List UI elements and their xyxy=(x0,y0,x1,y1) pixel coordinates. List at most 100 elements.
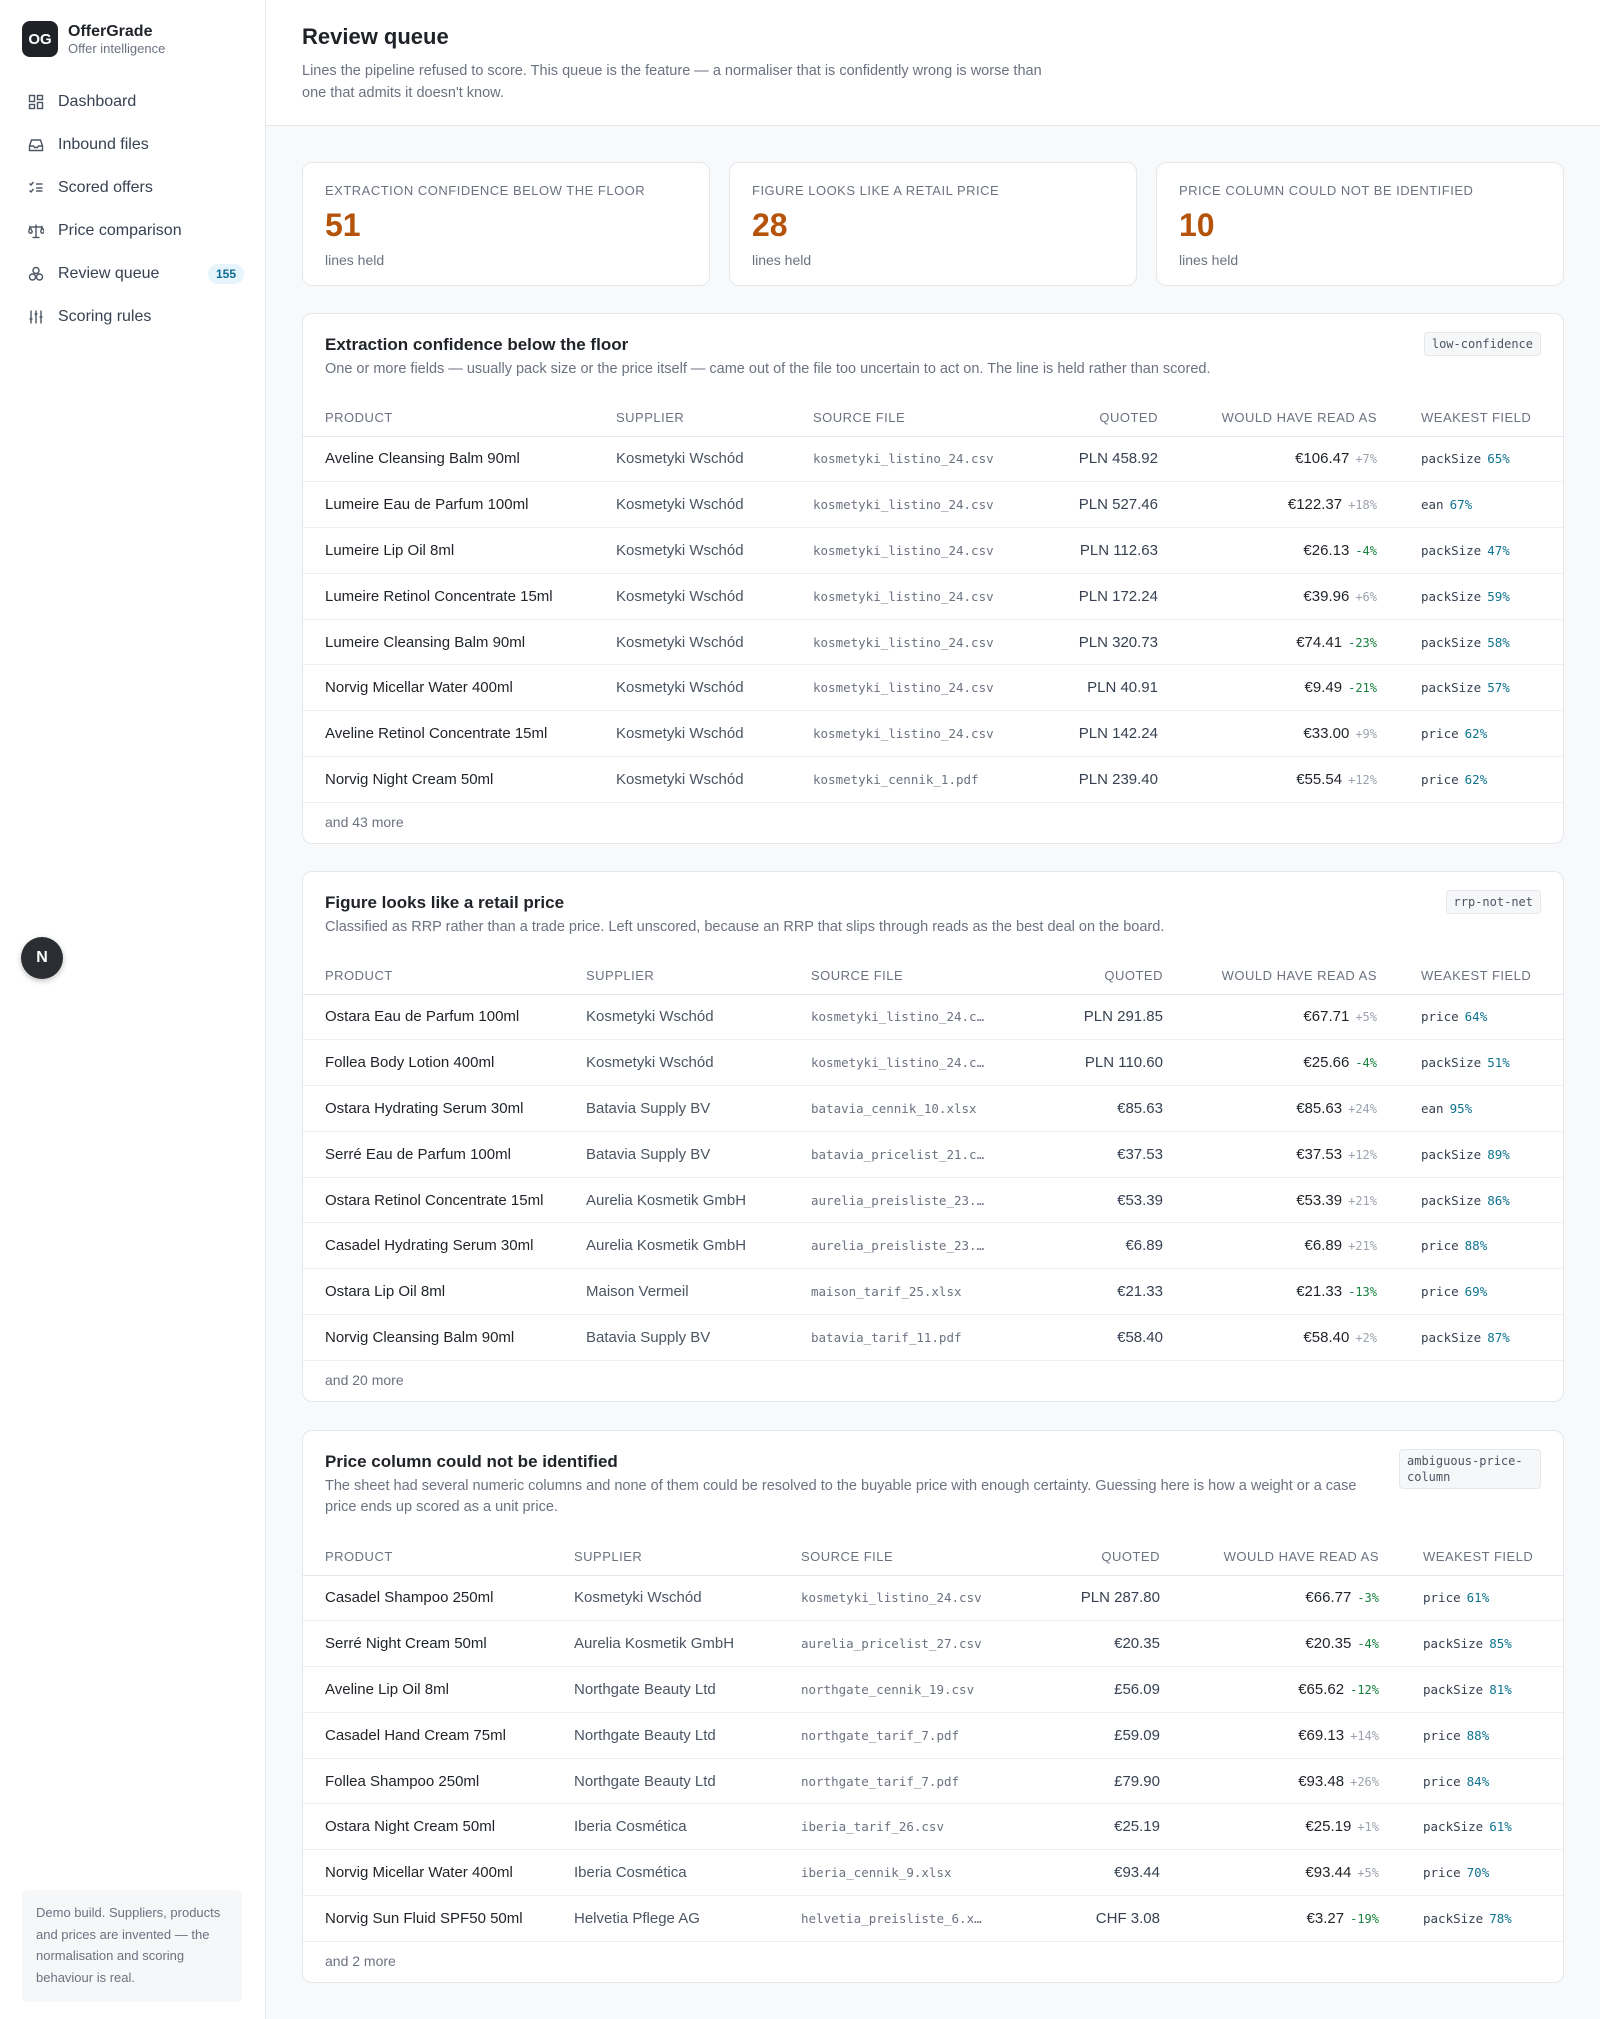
col-header[interactable]: Quoted xyxy=(1051,958,1163,995)
source-file[interactable]: aurelia_preisliste_23.… xyxy=(811,1222,1051,1270)
source-file[interactable]: northgate_cennik_19.csv xyxy=(801,1666,1041,1713)
weakest-field-name: packSize xyxy=(1421,634,1482,650)
col-header[interactable]: Would have read as xyxy=(1163,958,1377,995)
col-header[interactable]: Product xyxy=(303,400,616,437)
stat-card[interactable]: Figure looks like a retail price 28 line… xyxy=(729,162,1137,286)
col-header[interactable]: Product xyxy=(303,958,586,995)
table-row[interactable]: Ostara Retinol Concentrate 15ml Aurelia K… xyxy=(303,1177,1563,1224)
table-row[interactable]: Lumeire Lip Oil 8ml Kosmetyki Wschód kosme… xyxy=(303,527,1563,574)
sidebar-item-scored-offers[interactable]: Scored offers xyxy=(20,166,244,209)
source-file[interactable]: batavia_tarif_11.pdf xyxy=(811,1314,1051,1361)
source-file[interactable]: iberia_tarif_26.csv xyxy=(801,1803,1041,1851)
source-file[interactable]: kosmetyki_cennik_1.pdf xyxy=(813,756,1046,803)
table-row[interactable]: Follea Shampoo 250ml Northgate Beauty Ltd… xyxy=(303,1758,1563,1805)
stat-card[interactable]: Price column could not be identified 10 … xyxy=(1156,162,1564,286)
source-file[interactable]: kosmetyki_listino_24.c… xyxy=(811,1039,1051,1087)
more-link[interactable]: and 2 more xyxy=(303,1942,1563,1982)
weakest-field-name: price xyxy=(1423,1590,1461,1606)
table-row[interactable]: Norvig Micellar Water 400ml Kosmetyki Wsc… xyxy=(303,664,1563,712)
table-row[interactable]: Follea Body Lotion 400ml Kosmetyki Wschód… xyxy=(303,1039,1563,1087)
table-row[interactable]: Ostara Lip Oil 8ml Maison Vermeil maison_t… xyxy=(303,1268,1563,1316)
quoted-price: €85.63 xyxy=(1051,1085,1163,1132)
product-name: Ostara Retinol Concentrate 15ml xyxy=(303,1177,586,1224)
source-file[interactable]: northgate_tarif_7.pdf xyxy=(801,1712,1041,1759)
col-header[interactable]: Weakest field xyxy=(1379,1539,1563,1576)
source-file[interactable]: kosmetyki_listino_24.c… xyxy=(811,994,1051,1041)
table-row[interactable]: Ostara Hydrating Serum 30ml Batavia Suppl… xyxy=(303,1085,1563,1132)
table-row[interactable]: Norvig Micellar Water 400ml Iberia Cosmét… xyxy=(303,1849,1563,1897)
source-file[interactable]: northgate_tarif_7.pdf xyxy=(801,1758,1041,1805)
col-header[interactable]: Weakest field xyxy=(1377,400,1563,437)
source-file[interactable]: kosmetyki_listino_24.csv xyxy=(813,664,1046,712)
weakest-field-confidence: 62% xyxy=(1464,726,1488,742)
product-name: Casadel Shampoo 250ml xyxy=(303,1575,574,1622)
quoted-price: £79.90 xyxy=(1041,1758,1160,1805)
source-file[interactable]: kosmetyki_listino_24.csv xyxy=(801,1575,1041,1622)
floating-action-button[interactable]: N xyxy=(21,937,63,979)
col-header[interactable]: Source file xyxy=(801,1539,1041,1576)
more-link[interactable]: and 20 more xyxy=(303,1361,1563,1401)
supplier-name: Aurelia Kosmetik GmbH xyxy=(574,1620,801,1668)
col-header[interactable]: Weakest field xyxy=(1377,958,1563,995)
table-row[interactable]: Norvig Sun Fluid SPF50 50ml Helvetia Pfle… xyxy=(303,1895,1563,1942)
col-header[interactable]: Would have read as xyxy=(1158,400,1377,437)
col-header[interactable]: Supplier xyxy=(586,958,811,995)
table-row[interactable]: Casadel Hand Cream 75ml Northgate Beauty … xyxy=(303,1712,1563,1759)
sidebar-item-price-comparison[interactable]: Price comparison xyxy=(20,209,244,252)
col-header[interactable]: Source file xyxy=(813,400,1046,437)
table-row[interactable]: Ostara Eau de Parfum 100ml Kosmetyki Wsch… xyxy=(303,994,1563,1041)
table-row[interactable]: Aveline Retinol Concentrate 15ml Kosmetyk… xyxy=(303,710,1563,758)
weakest-field-name: packSize xyxy=(1421,1146,1482,1162)
table-row[interactable]: Lumeire Retinol Concentrate 15ml Kosmetyk… xyxy=(303,573,1563,620)
quoted-price: PLN 172.24 xyxy=(1046,573,1158,620)
product-name: Aveline Lip Oil 8ml xyxy=(303,1666,574,1713)
table-row[interactable]: Ostara Night Cream 50ml Iberia Cosmética i… xyxy=(303,1803,1563,1851)
source-file[interactable]: aurelia_preisliste_23.… xyxy=(811,1177,1051,1224)
weakest-field-name: price xyxy=(1421,726,1459,742)
source-file[interactable]: kosmetyki_listino_24.csv xyxy=(813,436,1046,483)
weakest-field-name: packSize xyxy=(1423,1819,1484,1835)
more-link[interactable]: and 43 more xyxy=(303,803,1563,843)
sidebar-item-dashboard[interactable]: Dashboard xyxy=(20,80,244,123)
table-row[interactable]: Aveline Cleansing Balm 90ml Kosmetyki Wsc… xyxy=(303,436,1563,483)
would-read-value: €33.00 xyxy=(1303,725,1350,743)
source-file[interactable]: kosmetyki_listino_24.csv xyxy=(813,481,1046,529)
col-header[interactable]: Quoted xyxy=(1046,400,1158,437)
table-row[interactable]: Serré Night Cream 50ml Aurelia Kosmetik G… xyxy=(303,1620,1563,1668)
supplier-name: Northgate Beauty Ltd xyxy=(574,1666,801,1713)
source-file[interactable]: kosmetyki_listino_24.csv xyxy=(813,573,1046,620)
source-file[interactable]: kosmetyki_listino_24.csv xyxy=(813,527,1046,574)
source-file[interactable]: kosmetyki_listino_24.csv xyxy=(813,710,1046,758)
col-header[interactable]: Product xyxy=(303,1539,574,1576)
source-file[interactable]: batavia_pricelist_21.c… xyxy=(811,1131,1051,1178)
product-name: Follea Shampoo 250ml xyxy=(303,1758,574,1805)
source-file[interactable]: helvetia_preisliste_6.x… xyxy=(801,1895,1041,1942)
source-file[interactable]: maison_tarif_25.xlsx xyxy=(811,1268,1051,1316)
supplier-name: Kosmetyki Wschód xyxy=(616,481,813,529)
table-row[interactable]: Norvig Night Cream 50ml Kosmetyki Wschód k… xyxy=(303,756,1563,803)
col-header[interactable]: Supplier xyxy=(616,400,813,437)
table-row[interactable]: Casadel Shampoo 250ml Kosmetyki Wschód kos… xyxy=(303,1575,1563,1622)
stat-card[interactable]: Extraction confidence below the floor 51… xyxy=(302,162,710,286)
table-row[interactable]: Lumeire Eau de Parfum 100ml Kosmetyki Wsc… xyxy=(303,481,1563,529)
sidebar-item-inbound-files[interactable]: Inbound files xyxy=(20,123,244,166)
col-header[interactable]: Supplier xyxy=(574,1539,801,1576)
weakest-field-cell: packSize 87% xyxy=(1377,1314,1563,1361)
would-read-value: €37.53 xyxy=(1296,1145,1343,1163)
weakest-field-confidence: 67% xyxy=(1449,497,1473,513)
table-row[interactable]: Aveline Lip Oil 8ml Northgate Beauty Ltd n… xyxy=(303,1666,1563,1713)
col-header[interactable]: Would have read as xyxy=(1160,1539,1379,1576)
source-file[interactable]: batavia_cennik_10.xlsx xyxy=(811,1085,1051,1132)
source-file[interactable]: iberia_cennik_9.xlsx xyxy=(801,1849,1041,1897)
table-row[interactable]: Lumeire Cleansing Balm 90ml Kosmetyki Wsc… xyxy=(303,619,1563,666)
source-file[interactable]: aurelia_pricelist_27.csv xyxy=(801,1620,1041,1668)
brand[interactable]: OG OfferGrade Offer intelligence xyxy=(22,21,165,57)
col-header[interactable]: Source file xyxy=(811,958,1051,995)
table-row[interactable]: Serré Eau de Parfum 100ml Batavia Supply … xyxy=(303,1131,1563,1178)
sidebar-item-review-queue[interactable]: Review queue 155 xyxy=(20,252,244,295)
sidebar-item-scoring-rules[interactable]: Scoring rules xyxy=(20,295,244,338)
table-row[interactable]: Casadel Hydrating Serum 30ml Aurelia Kosm… xyxy=(303,1222,1563,1270)
col-header[interactable]: Quoted xyxy=(1041,1539,1160,1576)
table-row[interactable]: Norvig Cleansing Balm 90ml Batavia Supply… xyxy=(303,1314,1563,1361)
source-file[interactable]: kosmetyki_listino_24.csv xyxy=(813,619,1046,666)
